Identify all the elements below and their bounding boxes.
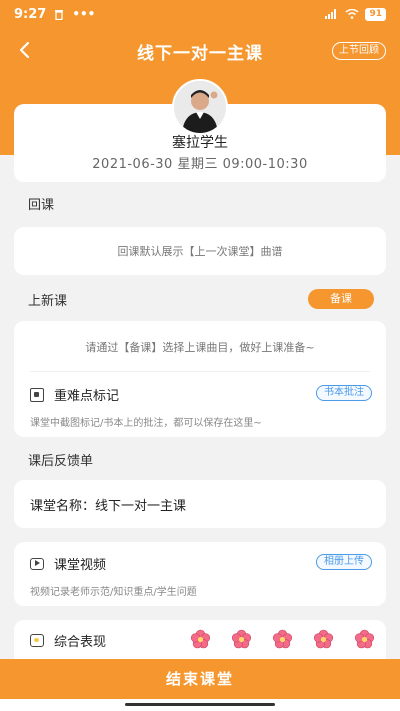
avatar: [172, 79, 228, 135]
navigation-bar: 线下一对一主课 上节回顾: [0, 30, 400, 72]
page-title: 线下一对一主课: [137, 43, 263, 64]
signal-icon: [325, 9, 337, 19]
flower-icon[interactable]: [231, 629, 252, 650]
marks-title: 重难点标记: [54, 389, 120, 404]
flower-icon[interactable]: [272, 629, 293, 650]
new-lesson-section-title: 上新课: [28, 294, 68, 309]
trash-icon: [55, 9, 64, 20]
end-class-button[interactable]: 结束课堂: [0, 659, 400, 699]
flower-icon[interactable]: [190, 629, 211, 650]
marks-row[interactable]: 重难点标记: [30, 385, 119, 404]
review-card[interactable]: 回课默认展示【上一次课堂】曲谱: [14, 227, 386, 275]
video-title: 课堂视频: [54, 558, 107, 573]
student-name: 塞拉学生: [172, 135, 228, 151]
performance-icon: [30, 634, 44, 647]
back-icon[interactable]: [10, 36, 38, 64]
feedback-section-title: 课后反馈单: [28, 454, 94, 469]
flower-icon[interactable]: [313, 629, 334, 650]
video-card: 课堂视频 相册上传 视频记录老师示范/知识重点/学生问题: [14, 542, 386, 606]
course-name-card: 课堂名称：线下一对一主课: [14, 480, 386, 528]
marks-icon: [30, 387, 44, 402]
home-indicator: [125, 703, 275, 706]
course-name: 课堂名称：线下一对一主课: [30, 498, 187, 514]
review-section-title: 回课: [28, 198, 55, 213]
prepare-lesson-button[interactable]: 备课: [308, 289, 374, 309]
performance-card: 综合表现: [14, 620, 386, 660]
lesson-time: 2021-06-30 星期三 09:00-10:30: [92, 157, 308, 172]
wifi-icon: [345, 9, 359, 19]
review-hint: 回课默认展示【上一次课堂】曲谱: [117, 245, 283, 258]
performance-row: 综合表现: [30, 631, 106, 650]
new-lesson-hint: 请通过【备课】选择上课曲目，做好上课准备~: [85, 341, 315, 354]
performance-title: 综合表现: [54, 635, 107, 650]
status-bar: 9:27 ••• 91: [0, 0, 400, 28]
prev-review-button[interactable]: 上节回顾: [332, 42, 386, 60]
status-time: 9:27: [14, 6, 47, 22]
album-upload-button[interactable]: 相册上传: [316, 554, 372, 570]
book-notes-button[interactable]: 书本批注: [316, 385, 372, 401]
video-icon: [30, 557, 44, 570]
new-lesson-card: 请通过【备课】选择上课曲目，做好上课准备~ 重难点标记 书本批注 课堂中截图标记…: [14, 321, 386, 437]
rating-flowers[interactable]: [190, 629, 375, 650]
more-icon: •••: [72, 7, 96, 21]
flower-icon[interactable]: [354, 629, 375, 650]
battery-icon: 91: [365, 7, 386, 21]
video-row[interactable]: 课堂视频: [30, 554, 106, 573]
video-description: 视频记录老师示范/知识重点/学生问题: [30, 587, 197, 598]
marks-description: 课堂中截图标记/书本上的批注，都可以保存在这里~: [30, 418, 262, 429]
divider: [30, 371, 370, 372]
